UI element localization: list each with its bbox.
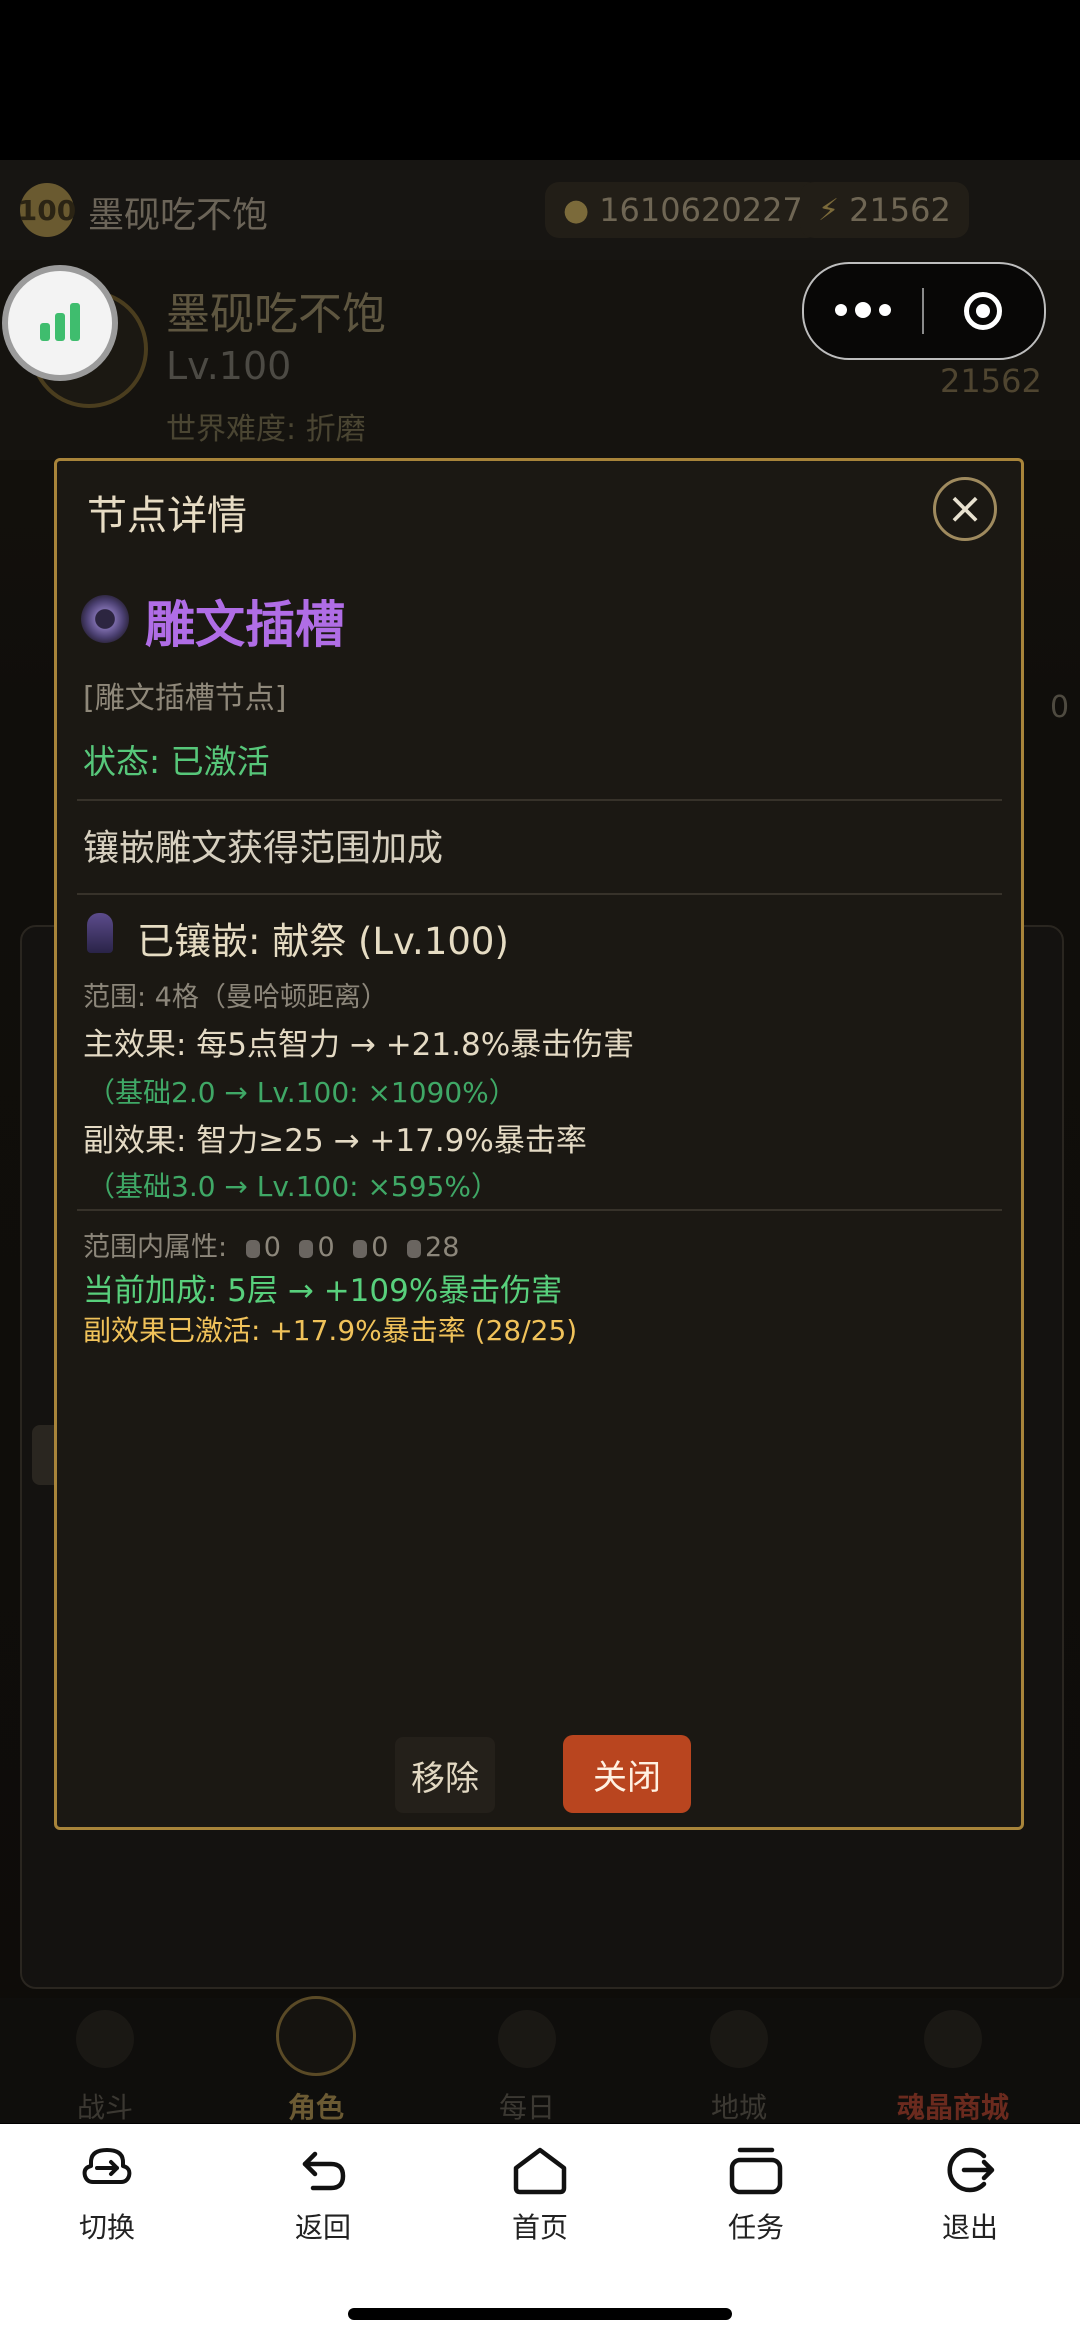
remove-button[interactable]: 移除 (395, 1737, 495, 1813)
modal-close-button[interactable]: × (933, 477, 997, 541)
gold-value: 1610620227 (599, 191, 803, 229)
battle-icon (76, 2010, 134, 2068)
vitality-icon (353, 1239, 368, 1258)
close-icon: × (946, 483, 984, 534)
glyph-slot-icon (81, 595, 129, 643)
switch-button[interactable]: 切换 (37, 2142, 177, 2246)
shop-icon (924, 2010, 982, 2068)
daily-icon (498, 2010, 556, 2068)
intelligence-icon (407, 1239, 422, 1258)
target-icon (964, 292, 1002, 330)
agility-icon (299, 1239, 314, 1258)
switch-label: 切换 (78, 2211, 135, 2244)
tasks-label: 任务 (727, 2211, 784, 2244)
home-label: 首页 (511, 2211, 568, 2244)
close-button[interactable]: 关闭 (563, 1735, 691, 1813)
attributes-label: 范围内属性: (83, 1232, 228, 1263)
nav-character[interactable]: 角色 (256, 2086, 376, 2126)
nav-dungeon[interactable]: 地城 (679, 2086, 799, 2126)
exit-icon (947, 2147, 995, 2193)
exit-button[interactable]: 退出 (900, 2142, 1040, 2246)
divider (77, 893, 1002, 895)
bar-chart-icon (40, 323, 50, 341)
floating-stats-button[interactable] (2, 265, 118, 381)
node-status: 状态: 已激活 (83, 742, 270, 781)
nav-battle[interactable]: 战斗 (45, 2086, 165, 2126)
sub-effect-active: 副效果已激活: +17.9%暴击率 (28/25) (83, 1314, 578, 1347)
nav-daily[interactable]: 每日 (467, 2086, 587, 2126)
node-name: 雕文插槽 (145, 596, 345, 654)
nav-soul-crystal-shop[interactable]: 魂晶商城 (873, 2086, 1033, 2126)
node-description: 镶嵌雕文获得范围加成 (83, 828, 444, 869)
character-icon (276, 1996, 356, 2076)
socketed-glyph: 已镶嵌: 献祭 (Lv.100) (137, 920, 509, 963)
money-bag-icon: ● (563, 192, 590, 228)
lightning-icon: ⚡ (818, 192, 840, 228)
rune-icon (87, 913, 113, 953)
tasks-button[interactable]: 任务 (686, 2142, 826, 2246)
close-mini-program-button[interactable] (924, 292, 1042, 330)
exit-label: 退出 (941, 2211, 998, 2244)
back-label: 返回 (294, 2211, 351, 2244)
current-bonus: 当前加成: 5层 → +109%暴击伤害 (83, 1273, 563, 1309)
home-indicator (348, 2308, 732, 2320)
profile-points: 21562 (940, 362, 1042, 400)
energy-counter: ⚡ 21562 (800, 182, 969, 238)
sub-effect: 副效果: 智力≥25 → +17.9%暴击率 (83, 1123, 587, 1159)
sub-scaling: （基础3.0 → Lv.100: ×595%） (87, 1170, 499, 1203)
topbar-player-name: 墨砚吃不饱 (88, 195, 269, 236)
main-scaling: （基础2.0 → Lv.100: ×1090%） (87, 1076, 517, 1109)
back-button[interactable]: 返回 (253, 2142, 393, 2246)
tasks-icon (729, 2147, 783, 2195)
world-difficulty: 世界难度: 折磨 (166, 412, 366, 447)
divider (77, 799, 1002, 801)
divider (77, 1209, 1002, 1211)
home-icon (513, 2147, 567, 2195)
home-button[interactable]: 首页 (470, 2142, 610, 2246)
attributes-in-range: 范围内属性: 0 0 0 28 (83, 1232, 460, 1263)
profile-name: 墨砚吃不饱 (166, 289, 386, 340)
dungeon-icon (710, 2010, 768, 2068)
main-effect: 主效果: 每5点智力 → +21.8%暴击伤害 (83, 1027, 635, 1063)
node-type: [雕文插槽节点] (83, 681, 287, 716)
node-detail-modal: 节点详情 × 雕文插槽 [雕文插槽节点] 状态: 已激活 镶嵌雕文获得范围加成 … (54, 458, 1024, 1830)
strength-icon (245, 1239, 260, 1258)
mini-program-capsule (802, 262, 1046, 360)
more-options-button[interactable] (804, 302, 922, 318)
switch-icon (82, 2148, 132, 2184)
range-text: 范围: 4格（曼哈顿距离） (83, 982, 388, 1013)
profile-level: Lv.100 (166, 344, 292, 388)
undo-icon (302, 2151, 346, 2191)
side-value: 0 (1050, 690, 1070, 725)
energy-value: 21562 (849, 191, 951, 229)
gold-counter: ● 1610620227 (545, 182, 821, 238)
modal-title: 节点详情 (87, 493, 247, 539)
level-badge: 100 (18, 183, 76, 237)
